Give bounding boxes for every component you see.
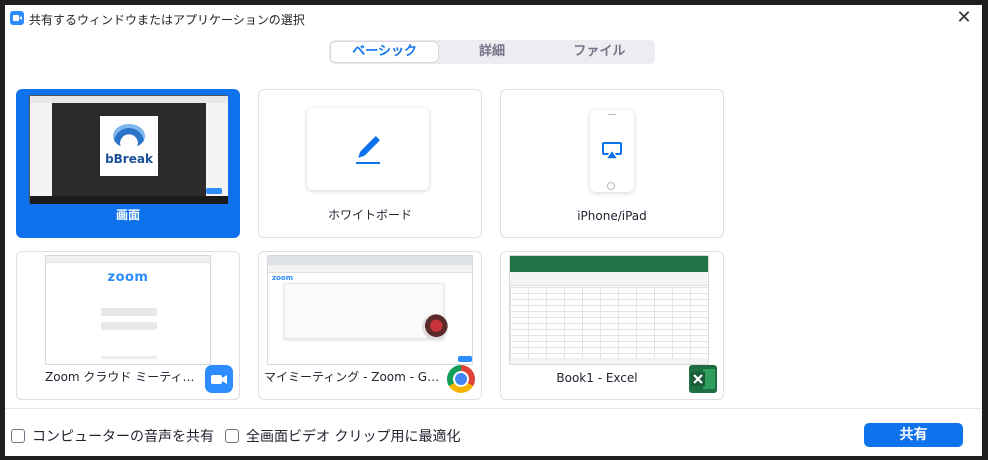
share-dialog: 共有するウィンドウまたはアプリケーションの選択 ✕ ベーシック 詳細 ファイル … [5, 5, 982, 456]
zoom-app-icon [10, 11, 24, 25]
share-card-chrome-window-label: マイミーティング - Zoom - Google ... [264, 370, 443, 384]
zoom-window-thumbnail: zoom [45, 255, 211, 365]
share-card-zoom-window-label: Zoom クラウド ミーティング [45, 370, 199, 384]
share-card-zoom-window[interactable]: zoom Zoom クラウド ミーティング [16, 251, 240, 400]
phone-preview [590, 110, 634, 192]
share-card-screen-label: 画面 [115, 208, 140, 222]
tab-files[interactable]: ファイル [546, 42, 653, 62]
share-audio-label: コンピューターの音声を共有 [32, 429, 214, 445]
share-card-screen[interactable]: bBreak 画面 [16, 89, 240, 238]
screen-thumbnail: bBreak [29, 95, 228, 204]
excel-x-icon [691, 369, 715, 389]
dialog-footer: コンピューターの音声を共有 全画面ビデオ クリップ用に最適化 共有 [5, 408, 982, 456]
title-bar: 共有するウィンドウまたはアプリケーションの選択 ✕ [5, 5, 982, 31]
share-card-whiteboard[interactable]: ホワイトボード [258, 89, 482, 238]
optimize-video-label: 全画面ビデオ クリップ用に最適化 [246, 429, 461, 445]
bbreak-logo: bBreak [100, 116, 158, 176]
share-card-iphone-label: iPhone/iPad [577, 209, 647, 223]
window-title: 共有するウィンドウまたはアプリケーションの選択 [29, 13, 305, 27]
share-button[interactable]: 共有 [864, 423, 963, 447]
video-camera-icon [211, 375, 227, 384]
share-card-chrome-window[interactable]: zoom マイミーティング - Zoom - Google ... [258, 251, 482, 400]
whiteboard-preview [307, 108, 429, 190]
optimize-video-checkbox-box[interactable] [225, 429, 239, 443]
share-card-iphone[interactable]: iPhone/iPad [500, 89, 724, 238]
share-audio-checkbox-box[interactable] [11, 429, 25, 443]
share-card-excel-window-label: Book1 - Excel [556, 371, 638, 385]
tab-advanced[interactable]: 詳細 [438, 42, 545, 62]
excel-icon [689, 365, 717, 393]
tab-basic[interactable]: ベーシック [331, 42, 439, 62]
pen-icon [356, 136, 380, 164]
share-card-whiteboard-label: ホワイトボード [327, 208, 412, 222]
share-audio-checkbox[interactable]: コンピューターの音声を共有 [11, 426, 214, 446]
airplay-icon [602, 142, 622, 160]
zoom-app-icon [205, 365, 233, 393]
close-button[interactable]: ✕ [954, 8, 974, 28]
chrome-window-thumbnail: zoom [267, 255, 473, 365]
share-tabs: ベーシック 詳細 ファイル [329, 40, 655, 64]
excel-window-thumbnail [509, 255, 709, 365]
share-card-excel-window[interactable]: Book1 - Excel [500, 251, 724, 400]
chrome-icon [447, 365, 475, 393]
optimize-video-checkbox[interactable]: 全画面ビデオ クリップ用に最適化 [225, 426, 460, 446]
